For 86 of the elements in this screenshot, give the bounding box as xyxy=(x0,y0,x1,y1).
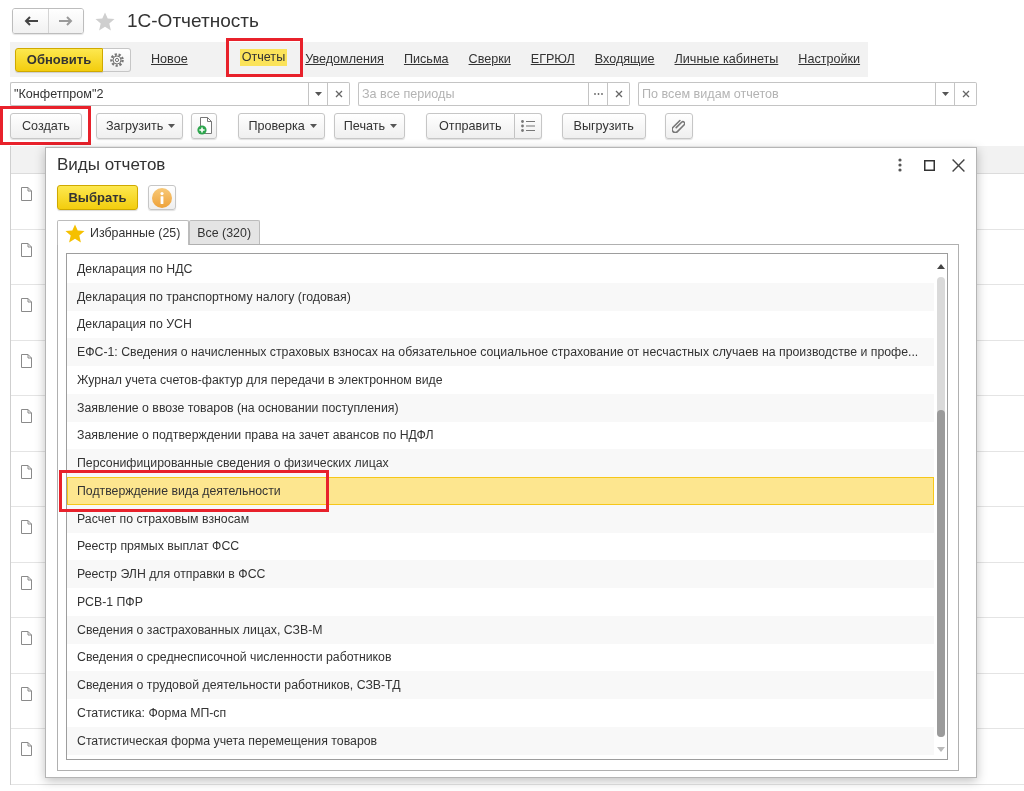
document-icon xyxy=(21,298,32,312)
select-field[interactable]: По всем видам отчетов xyxy=(638,82,935,106)
list-item[interactable]: Журнал учета счетов-фактур для передачи в электронном виде xyxy=(67,366,934,394)
settings-button[interactable] xyxy=(103,47,131,72)
document-icon xyxy=(21,353,32,368)
dialog-title: Виды отчетов xyxy=(57,155,167,175)
right-arrow-icon xyxy=(59,16,73,26)
window-title: 1С-Отчетность xyxy=(127,10,259,32)
document-icon xyxy=(21,686,32,701)
toolbar-button[interactable]: Создать xyxy=(10,112,82,139)
document-icon xyxy=(21,575,32,590)
menu-button[interactable]: Печать xyxy=(333,112,406,139)
document-icon xyxy=(21,520,32,534)
list-item[interactable]: Сведения о застрахованных лицах, СЗВ-М xyxy=(67,615,934,644)
paperclip-icon xyxy=(672,118,686,133)
list-item[interactable]: Сведения о трудовой деятельности работников, СЗВ-ТД xyxy=(67,671,934,699)
left-arrow-icon xyxy=(23,16,38,26)
list-item[interactable]: Декларация по УСН xyxy=(67,310,934,339)
nav-link[interactable]: Настройки xyxy=(798,51,861,68)
nav-link[interactable]: Сверки xyxy=(468,51,511,68)
tab[interactable]: Все (320) xyxy=(189,220,261,244)
list-icon xyxy=(520,119,535,132)
maximize-icon[interactable] xyxy=(924,159,935,171)
tab[interactable]: Избранные (25) xyxy=(57,220,190,245)
nav-link[interactable]: ЕГРЮЛ xyxy=(530,51,575,68)
scrollbar-thumb[interactable] xyxy=(936,410,945,737)
clear-button[interactable] xyxy=(955,82,977,106)
document-icon xyxy=(21,409,32,423)
list-item[interactable]: ЕФС-1: Сведения о начисленных страховых взносах на обязательное социальное страхование от несчастных случаев на производстве и профе... xyxy=(67,338,934,366)
close-icon[interactable] xyxy=(952,158,965,172)
choose-button[interactable]: Выбрать xyxy=(57,185,138,210)
nav-link[interactable]: Письма xyxy=(403,51,449,68)
list-item[interactable]: Декларация по НДС xyxy=(67,255,934,283)
toolbar-button[interactable]: Отправить xyxy=(426,112,515,139)
nav-link[interactable]: Новое xyxy=(151,51,188,68)
list-item[interactable]: Статистическая форма учета перемещения товаров xyxy=(67,726,934,755)
add-document-button[interactable] xyxy=(191,112,218,139)
select-field[interactable]: "Конфетпром"2 xyxy=(10,82,308,106)
list-item[interactable]: Статистика: Форма МП-сп xyxy=(67,699,934,727)
scroll-up-icon[interactable] xyxy=(936,264,945,269)
caret-icon xyxy=(314,92,322,96)
dropdown-button[interactable] xyxy=(935,82,955,106)
clear-icon xyxy=(614,90,623,98)
nav-link[interactable]: Отчеты xyxy=(239,49,288,66)
dropdown-button[interactable] xyxy=(308,82,328,106)
document-icon xyxy=(21,464,32,479)
gear-icon xyxy=(109,52,124,67)
caret-icon xyxy=(168,123,176,128)
menu-button[interactable]: Проверка xyxy=(238,112,325,139)
list-item[interactable]: РСВ-1 ПФР xyxy=(67,588,934,616)
list-item[interactable]: Расчет по страховым взносам xyxy=(67,504,934,533)
clear-icon xyxy=(334,90,343,98)
refresh-button[interactable]: Обновить xyxy=(15,47,103,72)
add-document-icon xyxy=(196,116,212,135)
caret-icon xyxy=(941,92,949,96)
list-item[interactable]: Реестр прямых выплат ФСС xyxy=(67,532,934,561)
list-item[interactable]: Заявление о подтверждении права на зачет авансов по НДФЛ xyxy=(67,421,934,450)
clear-button[interactable] xyxy=(328,82,350,106)
document-icon xyxy=(21,742,32,756)
clear-button[interactable] xyxy=(608,82,630,106)
list-button[interactable] xyxy=(514,112,542,139)
list-item[interactable]: Декларация по транспортному налогу (годовая) xyxy=(67,282,934,311)
list-item[interactable]: Реестр ЭЛН для отправки в ФСС xyxy=(67,560,934,588)
list-item[interactable]: Сведения о среднесписочной численности работников xyxy=(67,643,934,672)
star-icon[interactable] xyxy=(95,11,115,31)
nav-link[interactable]: Уведомления xyxy=(305,51,384,68)
caret-icon xyxy=(390,123,398,128)
menu-button[interactable]: Загрузить xyxy=(95,112,184,139)
list-item[interactable]: Персонифицированные сведения о физических лицах xyxy=(67,449,934,477)
nav-link[interactable]: Личные кабинеты xyxy=(674,51,779,68)
caret-icon xyxy=(309,123,317,128)
list-item[interactable]: Подтверждение вида деятельности xyxy=(67,477,934,505)
list-item[interactable]: Заявление о ввозе товаров (на основании поступления) xyxy=(67,393,934,422)
document-icon xyxy=(21,631,32,645)
star-icon xyxy=(65,223,85,243)
document-icon xyxy=(21,242,32,257)
back-button[interactable] xyxy=(13,9,48,33)
nav-link[interactable]: Входящие xyxy=(594,51,655,68)
attach-button[interactable] xyxy=(664,112,693,139)
scrollbar-track[interactable] xyxy=(936,277,945,737)
clear-icon xyxy=(961,90,970,98)
document-icon xyxy=(21,187,32,201)
toolbar-button[interactable]: Выгрузить xyxy=(561,112,646,139)
period-field[interactable]: За все периоды xyxy=(358,82,588,106)
more-icon[interactable] xyxy=(898,158,902,172)
info-icon xyxy=(152,187,172,208)
